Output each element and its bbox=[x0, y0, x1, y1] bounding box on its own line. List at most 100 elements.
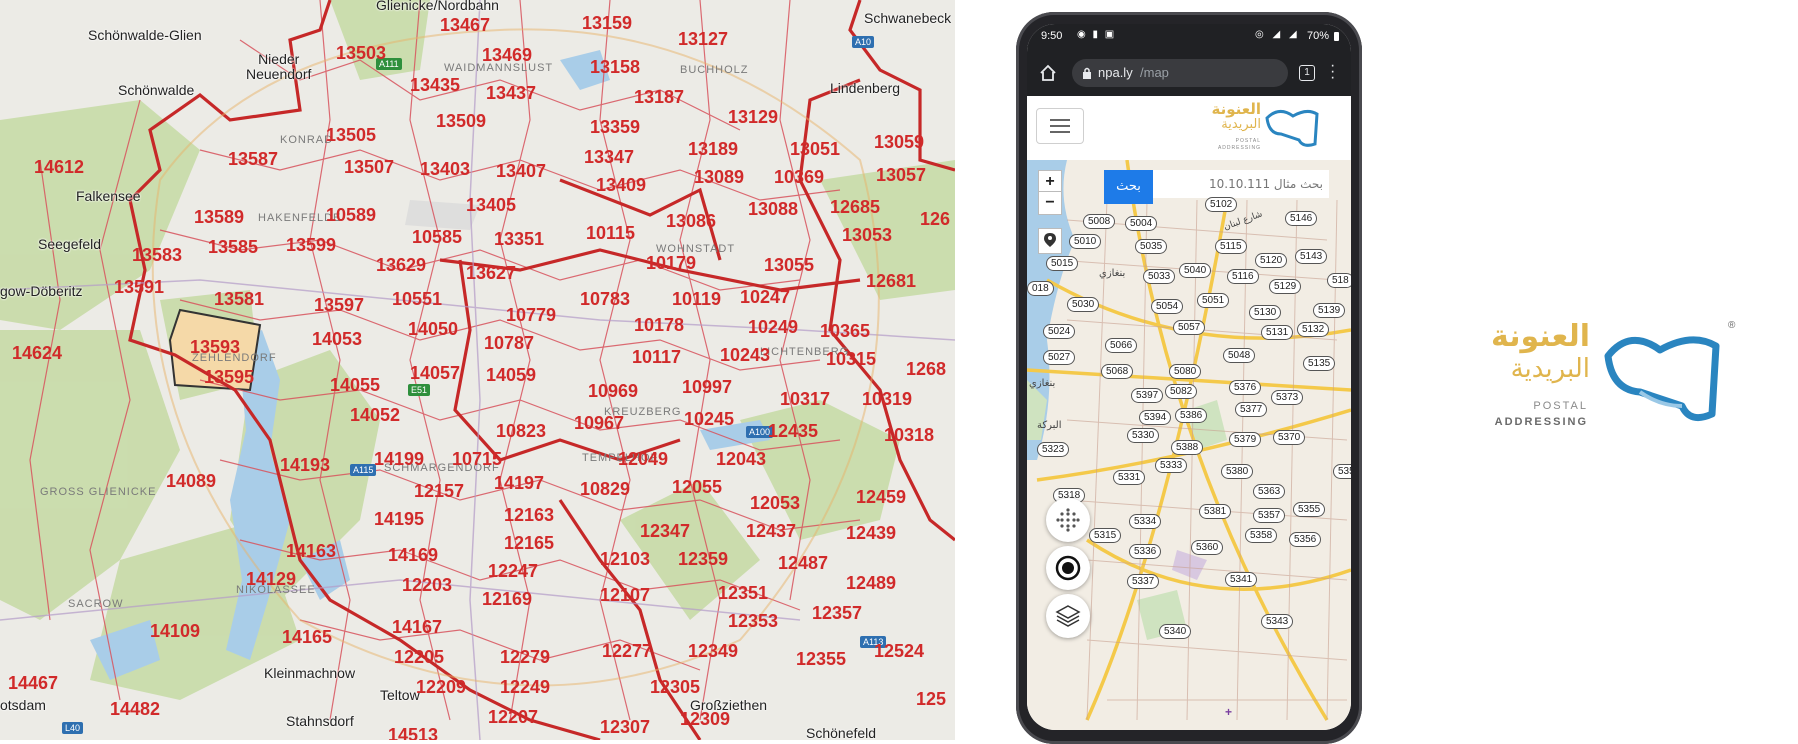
postcode-pin[interactable]: 5120 bbox=[1255, 253, 1288, 268]
browser-toolbar: npa.ly/map 1 · · · bbox=[1027, 50, 1351, 96]
my-location-button[interactable] bbox=[1046, 546, 1090, 590]
postcode-label: 13051 bbox=[790, 139, 841, 159]
postcode-label: 14169 bbox=[388, 545, 439, 565]
postcode-pin[interactable]: 5394 bbox=[1139, 410, 1172, 425]
postcode-pin[interactable]: 5008 bbox=[1083, 214, 1116, 229]
postcode-pin[interactable]: 5010 bbox=[1069, 234, 1102, 249]
locate-pin-button[interactable] bbox=[1038, 228, 1062, 254]
search-button[interactable]: بحث bbox=[1104, 170, 1153, 204]
status-bar: 9:50 ◉ ▮ ▣ ◎ ◢ ◢ 70% bbox=[1027, 24, 1351, 50]
postcode-label: 14057 bbox=[410, 363, 461, 383]
postcode-pin[interactable]: 5135 bbox=[1303, 356, 1336, 371]
logo-arabic-line1: العنونة bbox=[1211, 100, 1262, 118]
postcode-pin[interactable]: 5334 bbox=[1129, 514, 1162, 529]
postcode-pin[interactable]: 5363 bbox=[1253, 484, 1286, 499]
postal-addressing-logo: العنونة البريدية POSTAL ADDRESSING ® bbox=[1458, 320, 1748, 440]
home-icon[interactable] bbox=[1039, 64, 1057, 82]
libya-postcode-map[interactable]: + − بحث بنغازي بنغازي البركة شارع لبنان … bbox=[1027, 160, 1351, 730]
postcode-pin[interactable]: 5397 bbox=[1131, 388, 1164, 403]
postcode-pin[interactable]: 5051 bbox=[1197, 293, 1230, 308]
postcode-label: 10787 bbox=[484, 333, 535, 353]
grid-dots-icon bbox=[1056, 508, 1080, 532]
url-field[interactable]: npa.ly/map bbox=[1072, 59, 1288, 87]
postcode-search-input[interactable] bbox=[1153, 170, 1329, 198]
postcode-pin[interactable]: 5379 bbox=[1229, 432, 1262, 447]
postcode-pin[interactable]: 5116 bbox=[1227, 269, 1259, 284]
postcode-pin[interactable]: 5315 bbox=[1089, 528, 1122, 543]
postcode-pin[interactable]: 5331 bbox=[1113, 470, 1146, 485]
postcode-pin[interactable]: 5066 bbox=[1105, 338, 1138, 353]
postcode-pin[interactable]: 5132 bbox=[1297, 322, 1330, 337]
tab-counter-button[interactable]: 1 bbox=[1299, 65, 1315, 81]
postcode-pin[interactable]: 018 bbox=[1027, 281, 1054, 296]
postcode-pin[interactable]: 5380 bbox=[1221, 464, 1254, 479]
postcode-pin[interactable]: 5373 bbox=[1271, 390, 1304, 405]
postcode-pin[interactable]: 5370 bbox=[1273, 430, 1306, 445]
postcode-pin[interactable]: 5386 bbox=[1175, 408, 1208, 423]
berlin-postcode-map[interactable]: Glienicke/Nordbahn Schwanebeck Schönwald… bbox=[0, 0, 955, 740]
postcode-pin[interactable]: 5033 bbox=[1143, 269, 1176, 284]
postcode-label: 10967 bbox=[574, 413, 625, 433]
postcode-pin[interactable]: 5115 bbox=[1215, 239, 1247, 254]
postcode-pin[interactable]: 5388 bbox=[1171, 440, 1204, 455]
postcode-pin[interactable]: 5048 bbox=[1223, 348, 1256, 363]
postcode-pin[interactable]: 5030 bbox=[1067, 297, 1100, 312]
postcode-grid-button[interactable] bbox=[1046, 498, 1090, 542]
postcode-label: 1268 bbox=[906, 359, 947, 379]
postcode-pin[interactable]: 5035 bbox=[1135, 239, 1168, 254]
postcode-pin[interactable]: 5381 bbox=[1199, 504, 1232, 519]
postcode-pin[interactable]: 5139 bbox=[1313, 303, 1346, 318]
site-logo[interactable]: العنونة البريدية POSTAL ADDRESSING bbox=[1199, 100, 1329, 156]
highway-shield: A10 bbox=[852, 36, 875, 48]
browser-menu-button[interactable]: · · · bbox=[1330, 58, 1335, 86]
zoom-out-button[interactable]: − bbox=[1038, 191, 1062, 215]
postcode-label: 12351 bbox=[718, 583, 769, 603]
postcode-label: 13351 bbox=[494, 229, 545, 249]
map-layers-button[interactable] bbox=[1046, 594, 1090, 638]
postcode-pin[interactable]: 5004 bbox=[1125, 216, 1158, 231]
postcode-pin[interactable]: 5358 bbox=[1245, 528, 1278, 543]
postcode-pin[interactable]: 5130 bbox=[1249, 305, 1282, 320]
place-label: Lindenberg bbox=[830, 80, 901, 96]
postcode-pin[interactable]: 5376 bbox=[1229, 380, 1262, 395]
postcode-pin[interactable]: 5054 bbox=[1151, 299, 1184, 314]
postcode-pin[interactable]: 5377 bbox=[1235, 402, 1268, 417]
postcode-pin[interactable]: 5360 bbox=[1191, 540, 1224, 555]
hamburger-menu-button[interactable] bbox=[1036, 108, 1084, 144]
postcode-pin[interactable]: 5323 bbox=[1037, 442, 1070, 457]
postcode-pin[interactable]: 5027 bbox=[1043, 350, 1076, 365]
postcode-pin[interactable]: 5080 bbox=[1169, 364, 1202, 379]
postcode-pin[interactable]: 5337 bbox=[1127, 574, 1160, 589]
postcode-label: 12157 bbox=[414, 481, 465, 501]
postcode-label: 12169 bbox=[482, 589, 533, 609]
postcode-pin[interactable]: 518 bbox=[1327, 273, 1351, 288]
postcode-pin[interactable]: 5340 bbox=[1159, 624, 1192, 639]
postcode-pin[interactable]: 5015 bbox=[1046, 256, 1079, 271]
postcode-pin[interactable]: 5343 bbox=[1261, 614, 1294, 629]
postcode-pin[interactable]: 5333 bbox=[1155, 458, 1188, 473]
postcode-pin[interactable]: 5024 bbox=[1043, 324, 1076, 339]
postcode-pin[interactable]: 5357 bbox=[1253, 508, 1286, 523]
postcode-pin[interactable]: 5143 bbox=[1295, 249, 1328, 264]
postcode-pin[interactable]: 5146 bbox=[1285, 211, 1318, 226]
postcode-pin[interactable]: 5057 bbox=[1173, 320, 1206, 335]
postcode-pin[interactable]: 5355 bbox=[1293, 502, 1326, 517]
postcode-pin[interactable]: 5341 bbox=[1225, 572, 1258, 587]
postcode-pin[interactable]: 5330 bbox=[1127, 428, 1160, 443]
postcode-pin[interactable]: 5068 bbox=[1101, 364, 1134, 379]
postcode-label: 10245 bbox=[684, 409, 735, 429]
postcode-label: 12055 bbox=[672, 477, 723, 497]
postcode-label: 10243 bbox=[720, 345, 771, 365]
postcode-pin[interactable]: 5336 bbox=[1129, 544, 1162, 559]
logo-english-line2: ADDRESSING bbox=[1494, 416, 1588, 428]
postcode-pin[interactable]: 5082 bbox=[1165, 384, 1198, 399]
postcode-pin[interactable]: 5131 bbox=[1261, 325, 1294, 340]
district-label: BUCHHOLZ bbox=[680, 64, 749, 76]
postcode-pin[interactable]: 5129 bbox=[1269, 279, 1302, 294]
postcode-pin[interactable]: 5102 bbox=[1205, 197, 1238, 212]
logo-arabic-line2: البريدية bbox=[1510, 354, 1590, 384]
postcode-pin[interactable]: 5354 bbox=[1333, 464, 1351, 479]
postcode-pin[interactable]: 5356 bbox=[1289, 532, 1322, 547]
postcode-pin[interactable]: 5040 bbox=[1179, 263, 1212, 278]
postcode-label: 10247 bbox=[740, 287, 791, 307]
